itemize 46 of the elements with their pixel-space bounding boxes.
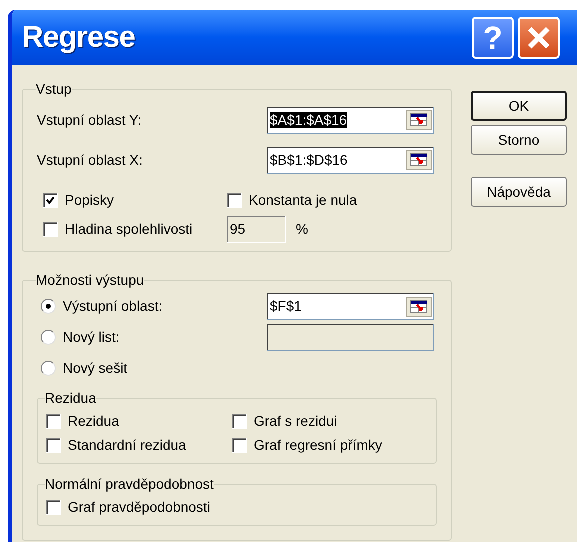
close-icon bbox=[526, 24, 552, 50]
range-field[interactable]: $A$1:$A$16 bbox=[267, 106, 434, 134]
range-select-icon bbox=[410, 300, 428, 314]
checkbox-label: Graf pravděpodobnosti bbox=[68, 498, 210, 517]
checkbox[interactable] bbox=[232, 414, 247, 428]
dialog-button[interactable]: OK bbox=[471, 91, 567, 121]
range-select-icon bbox=[410, 113, 428, 127]
radio-button[interactable] bbox=[41, 330, 56, 345]
radio-label: Výstupní oblast: bbox=[63, 297, 163, 316]
field-label: Vstupní oblast Y: bbox=[37, 110, 143, 130]
checkbox[interactable] bbox=[46, 500, 61, 514]
checkbox-label: Konstanta je nula bbox=[249, 190, 358, 210]
checkbox[interactable] bbox=[46, 438, 61, 452]
range-select-icon bbox=[410, 153, 428, 167]
radio-button[interactable] bbox=[41, 361, 56, 376]
range-field[interactable]: $B$1:$D$16 bbox=[267, 146, 434, 174]
range-field[interactable]: $F$1 bbox=[267, 293, 434, 320]
radio-button[interactable] bbox=[41, 299, 56, 314]
field-value: $A$1:$A$16 bbox=[270, 112, 348, 128]
checkbox[interactable] bbox=[232, 438, 247, 452]
checkbox-label: Popisky bbox=[65, 190, 114, 210]
checkbox[interactable] bbox=[46, 414, 61, 428]
group-title: Rezidua bbox=[45, 389, 96, 408]
checkbox[interactable] bbox=[43, 192, 58, 208]
dialog-button[interactable]: Storno bbox=[471, 125, 567, 155]
collapse-button[interactable] bbox=[406, 296, 432, 316]
collapse-button[interactable] bbox=[406, 110, 432, 130]
radio-label: Nový sešit bbox=[63, 359, 128, 378]
field-label: Vstupní oblast X: bbox=[37, 150, 144, 170]
checkbox-label: Hladina spolehlivosti bbox=[65, 220, 193, 239]
checkbox-label: Rezidua bbox=[68, 412, 120, 430]
checkbox[interactable] bbox=[227, 192, 242, 208]
group-title: Možnosti výstupu bbox=[36, 271, 144, 290]
group-title: Vstup bbox=[36, 80, 72, 99]
field-value: $B$1:$D$16 bbox=[270, 152, 348, 168]
percent-label: % bbox=[296, 220, 308, 239]
collapse-button[interactable] bbox=[406, 150, 432, 170]
checkbox-label: Standardní rezidua bbox=[68, 436, 186, 454]
checkbox-label: Graf regresní přímky bbox=[254, 436, 382, 455]
group-title: Normální pravděpodobnost bbox=[45, 475, 214, 494]
checkbox-label: Graf s rezidui bbox=[254, 412, 338, 430]
window-title: Regrese bbox=[22, 20, 136, 56]
field-value: $F$1 bbox=[270, 297, 303, 316]
radio-label: Nový list: bbox=[63, 328, 120, 347]
dialog-button[interactable]: Nápověda bbox=[471, 177, 567, 207]
close-button[interactable] bbox=[518, 16, 560, 58]
